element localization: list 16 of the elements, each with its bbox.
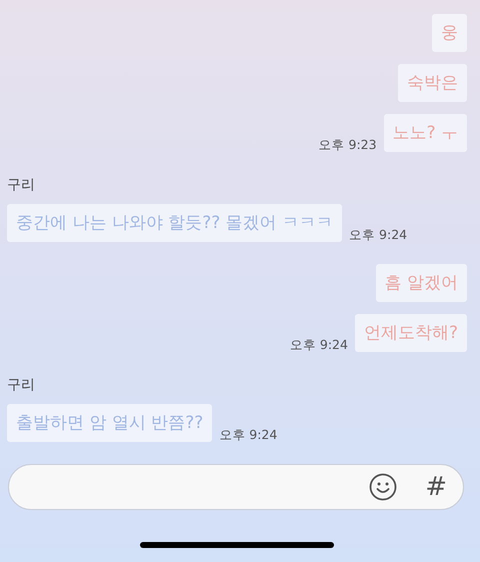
sender-name: 구리 <box>7 376 35 395</box>
message-bubble: 흠 알겠어 <box>376 264 467 302</box>
message-bubble: 출발하면 암 열시 반쯤?? <box>7 404 212 442</box>
message-time: 오후 9:24 <box>349 226 408 244</box>
sender-name: 구리 <box>7 176 35 195</box>
message-input[interactable]: # <box>8 464 464 510</box>
message-time: 오후 9:24 <box>219 426 278 444</box>
message-bubble: 언제도착해? <box>354 314 467 352</box>
message-bubble: 노노? ㅜ <box>384 114 467 152</box>
message-time: 오후 9:23 <box>318 136 377 154</box>
message-time: 오후 9:24 <box>290 336 348 354</box>
hashtag-button[interactable]: # <box>425 474 447 500</box>
emoji-icon[interactable] <box>369 473 398 501</box>
message-bubble: 웅 <box>432 14 467 52</box>
message-bubble: 숙박은 <box>398 64 467 102</box>
message-bubble: 중간에 나는 나와야 할듯?? 몰겠어 ㅋㅋㅋ <box>7 204 342 242</box>
